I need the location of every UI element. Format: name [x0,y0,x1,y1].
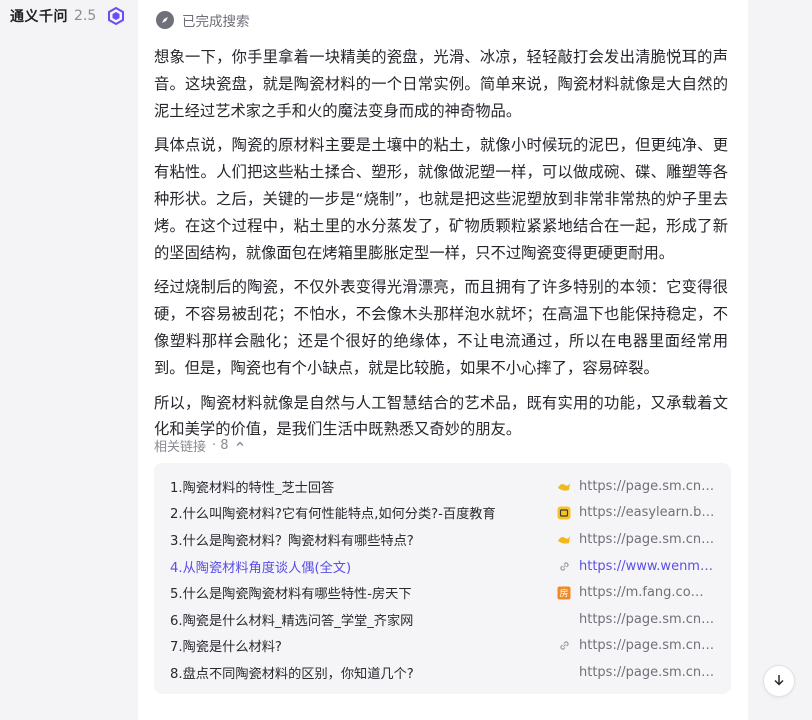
related-link-item[interactable]: 1.陶瓷材料的特性_芝士回答 https://page.sm.cn/... [170,473,715,500]
app-brand: 通义千问 2.5 [10,6,126,26]
answer-paragraph: 具体点说，陶瓷的原材料主要是土壤中的粘土，就像小时候玩的泥巴，但更纯净、更有粘性… [154,136,728,262]
link-url[interactable]: https://www.wenmi.... [579,559,715,574]
sm-search-icon [555,531,573,547]
sm-search-icon [555,478,573,494]
link-title[interactable]: 6.陶瓷是什么材料_精选问答_学堂_齐家网 [170,610,555,629]
link-url[interactable]: https://page.sm.cn/... [579,532,715,547]
link-title[interactable]: 3.什么是陶瓷材料？陶瓷材料有哪些特点? [170,530,555,549]
arrow-down-icon [772,672,786,691]
related-links-panel: 1.陶瓷材料的特性_芝士回答 https://page.sm.cn/... 2.… [154,463,731,694]
answer-paragraph: 经过烧制后的陶瓷，不仅外表变得光滑漂亮，而且拥有了许多特别的本领：它变得很硬，不… [154,278,728,377]
related-link-item[interactable]: 3.什么是陶瓷材料？陶瓷材料有哪些特点? https://page.sm.cn/… [170,526,715,553]
link-title[interactable]: 2.什么叫陶瓷材料?它有何性能特点,如何分类?-百度教育 [170,503,555,522]
related-links-label: 相关链接 [154,440,207,455]
link-url[interactable]: https://easylearn.ba... [579,505,715,520]
link-url[interactable]: https://page.sm.cn/... [579,665,715,680]
related-link-item[interactable]: 2.什么叫陶瓷材料?它有何性能特点,如何分类?-百度教育 https://eas… [170,500,715,527]
search-status-label: 已完成搜索 [182,14,250,30]
related-link-item[interactable]: 7.陶瓷是什么材料? https://page.sm.cn/... [170,633,715,660]
link-icon [555,638,573,654]
link-url[interactable]: https://page.sm.cn/... [579,479,715,494]
link-title[interactable]: 8.盘点不同陶瓷材料的区别，你知道几个? [170,663,555,682]
link-url[interactable]: https://page.sm.cn/... [579,612,715,627]
related-link-item[interactable]: 5.什么是陶瓷陶瓷材料有哪些特性-房天下 房 https://m.fang.co… [170,579,715,606]
link-url[interactable]: https://page.sm.cn/... [579,638,715,653]
link-icon [555,558,573,574]
brand-version: 2.5 [74,8,97,24]
tongyi-logo-icon [106,6,126,26]
link-url[interactable]: https://m.fang.com/... [579,585,715,600]
related-links-toggle[interactable]: 相关链接 · 8 [154,436,245,455]
link-title[interactable]: 5.什么是陶瓷陶瓷材料有哪些特性-房天下 [170,583,555,602]
link-source-placeholder [555,664,573,680]
scroll-to-bottom-button[interactable] [763,665,795,697]
link-title[interactable]: 7.陶瓷是什么材料? [170,636,555,655]
link-source-placeholder [555,611,573,627]
related-link-item[interactable]: 8.盘点不同陶瓷材料的区别，你知道几个? https://page.sm.cn/… [170,659,715,686]
answer-paragraph: 想象一下，你手里拿着一块精美的瓷盘，光滑、冰凉，轻轻敲打会发出清脆悦耳的声音。这… [154,48,728,120]
link-title[interactable]: 1.陶瓷材料的特性_芝士回答 [170,477,555,496]
chevron-up-icon [235,438,245,453]
search-compass-icon [156,11,174,29]
search-status[interactable]: 已完成搜索 [156,10,250,30]
answer-body: 想象一下，你手里拿着一块精美的瓷盘，光滑、冰凉，轻轻敲打会发出清脆悦耳的声音。这… [154,44,728,451]
link-title[interactable]: 4.从陶瓷材料角度谈人偶(全文) [170,557,555,576]
brand-name: 通义千问 [10,9,68,25]
related-links-count: · 8 [212,438,229,453]
chat-response-card: 已完成搜索 想象一下，你手里拿着一块精美的瓷盘，光滑、冰凉，轻轻敲打会发出清脆悦… [138,0,748,720]
fang-icon: 房 [555,585,573,601]
baidu-education-icon [555,505,573,521]
svg-text:房: 房 [559,587,568,599]
related-link-item[interactable]: 4.从陶瓷材料角度谈人偶(全文) https://www.wenmi.... [170,553,715,580]
related-link-item[interactable]: 6.陶瓷是什么材料_精选问答_学堂_齐家网 https://page.sm.cn… [170,606,715,633]
